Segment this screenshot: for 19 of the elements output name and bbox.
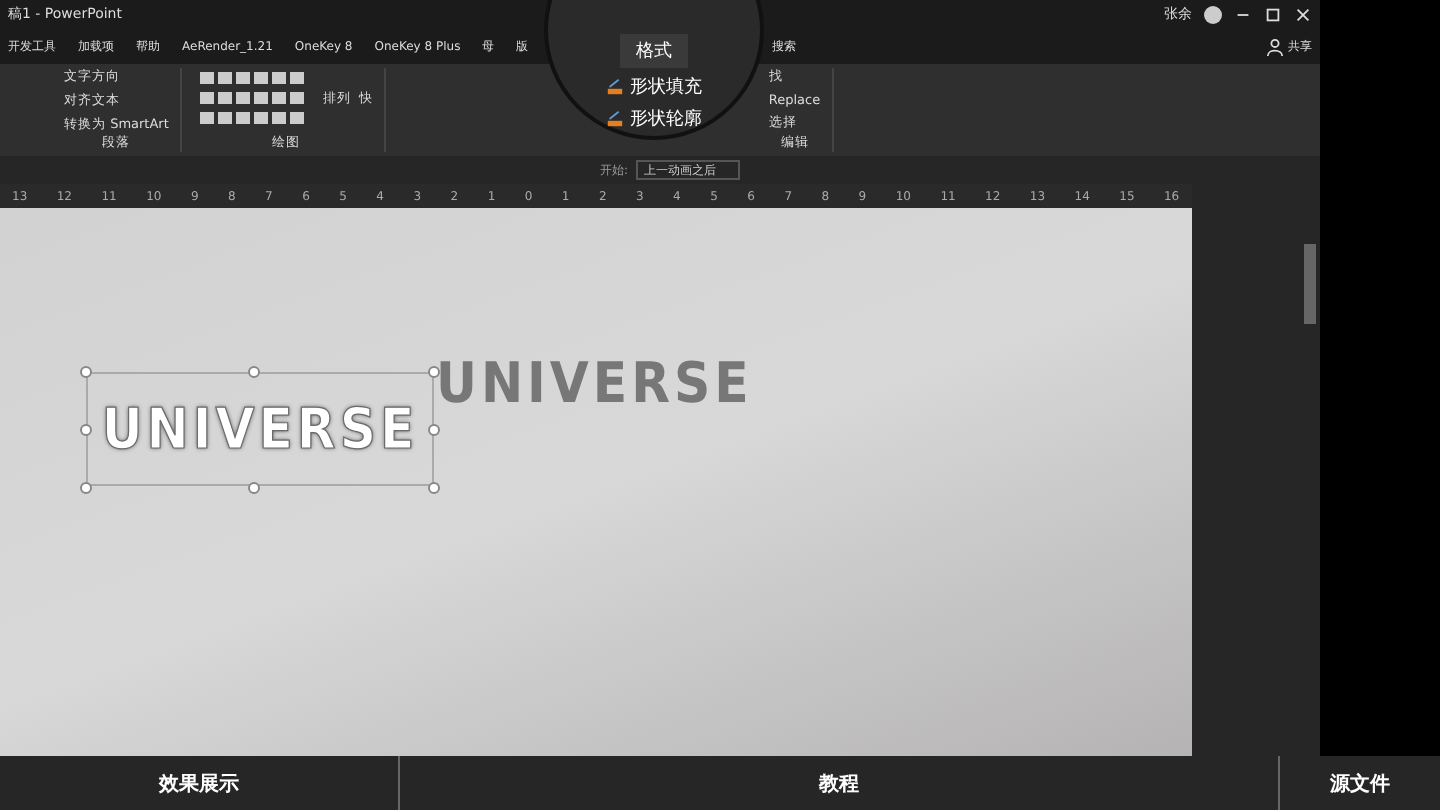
resize-handle[interactable] [80,423,92,436]
resize-handle[interactable] [248,366,260,378]
resize-handle[interactable] [248,481,260,494]
resize-handle[interactable] [80,481,92,494]
bottom-tab[interactable]: 效果展示 [0,756,400,810]
resize-handle[interactable] [428,481,440,494]
restore-icon[interactable] [1264,5,1282,23]
resize-handle[interactable] [428,423,440,436]
ribbon-command[interactable]: 形状轮廓 [606,106,702,132]
resize-handle[interactable] [428,366,440,378]
ribbon-command[interactable]: 形状填充 [606,74,702,100]
bottom-tab[interactable]: 源文件 [1280,756,1440,810]
resize-handle[interactable] [80,366,92,378]
format-tab[interactable]: 格式 [620,34,688,68]
bottom-tab[interactable]: 教程 [400,756,1280,810]
avatar-icon [1204,5,1222,23]
close-icon[interactable] [1294,5,1312,23]
person-icon [1266,37,1284,55]
scrollbar [1304,244,1316,324]
